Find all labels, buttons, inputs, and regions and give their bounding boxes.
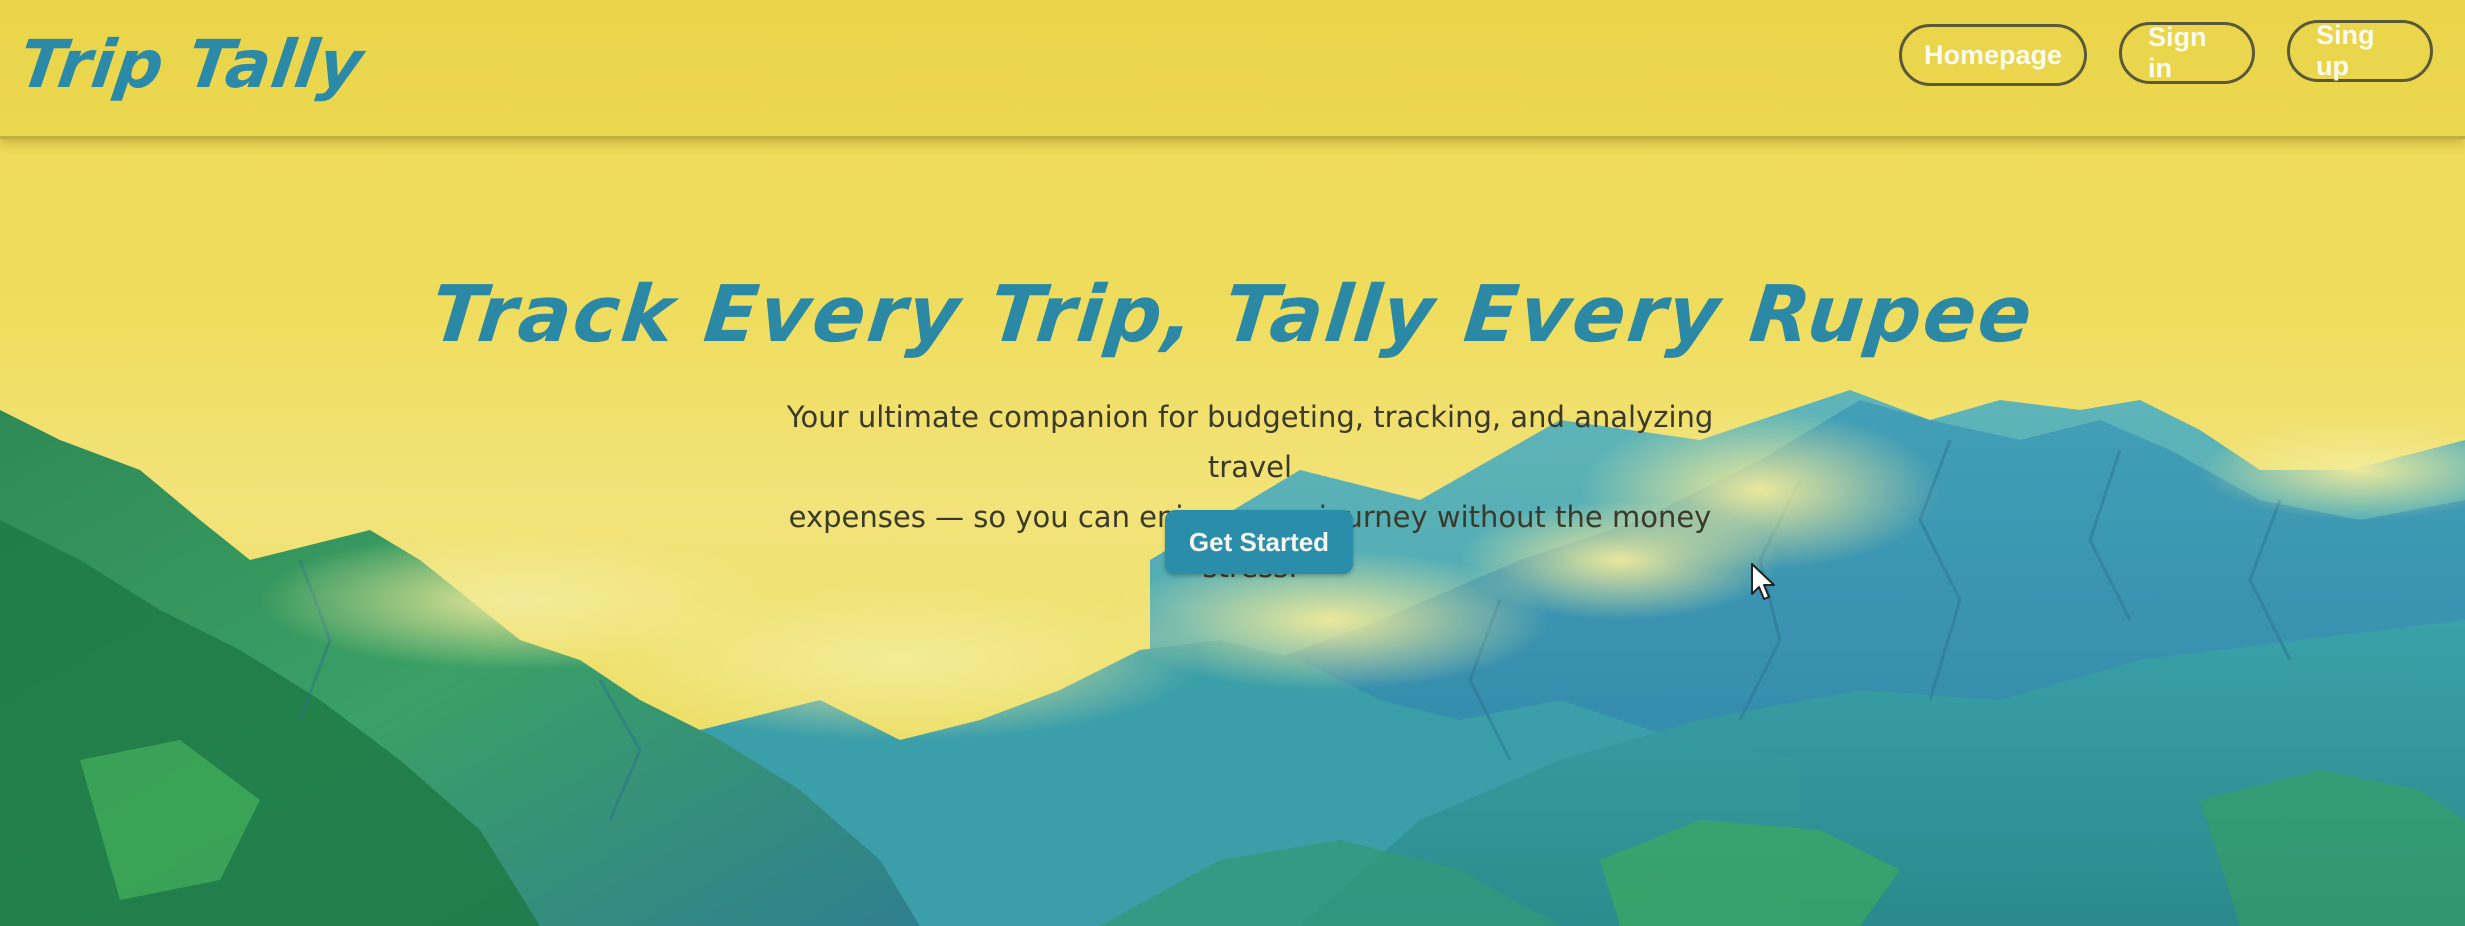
- sign-up-button[interactable]: Sing up: [2287, 20, 2433, 82]
- hero-title: Track Every Trip, Tally Every Rupee: [427, 270, 2038, 360]
- navbar: Trip Tally Homepage Sign in Sing up: [0, 0, 2465, 139]
- homepage-button[interactable]: Homepage: [1899, 24, 2087, 86]
- nav-buttons: Homepage Sign in Sing up: [1899, 20, 2433, 86]
- sign-in-button[interactable]: Sign in: [2119, 22, 2255, 84]
- hero-subtitle-line-1: Your ultimate companion for budgeting, t…: [786, 400, 1714, 484]
- brand-logo[interactable]: Trip Tally: [15, 26, 369, 103]
- landing-page: Trip Tally Homepage Sign in Sing up Trac…: [0, 0, 2465, 926]
- get-started-button[interactable]: Get Started: [1165, 510, 1353, 574]
- mouse-pointer-icon: [1751, 563, 1775, 600]
